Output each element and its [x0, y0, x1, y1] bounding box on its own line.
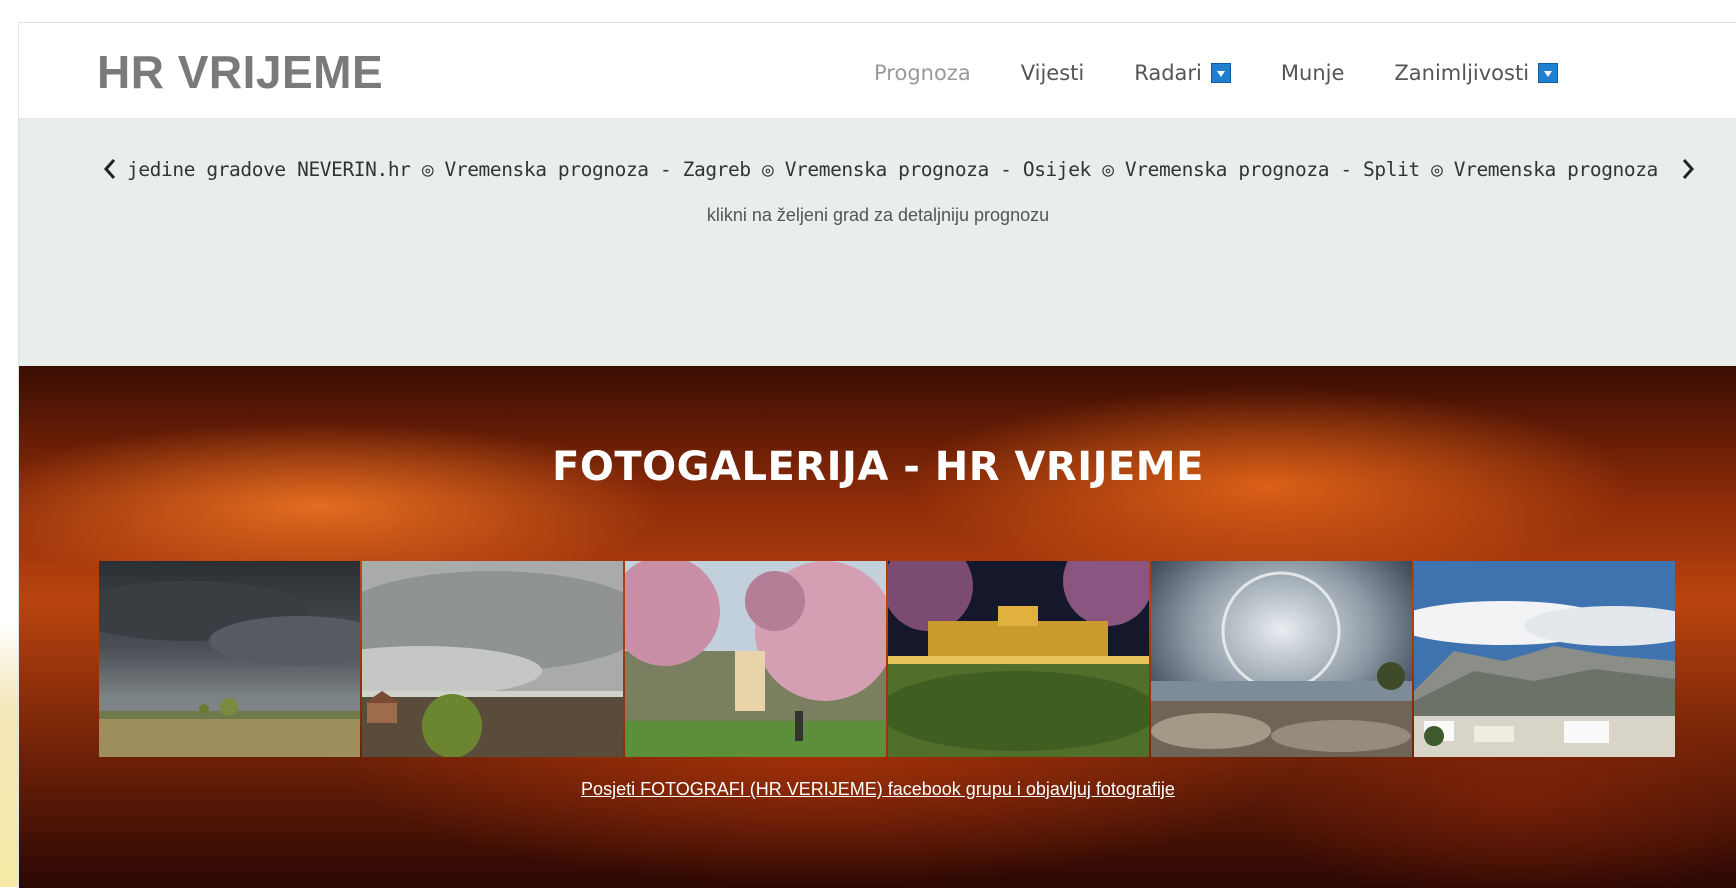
dropdown-arrow-icon[interactable]: [1210, 63, 1231, 83]
gallery-photo-night-park[interactable]: [888, 561, 1149, 757]
gallery-photo-mountain-town[interactable]: [1414, 561, 1675, 757]
left-background-strip: [0, 0, 18, 887]
city-ticker: jedine gradove NEVERIN.hr ◎ Vremenska pr…: [99, 154, 1699, 184]
nav-item-label: Munje: [1280, 61, 1345, 85]
chevron-left-icon[interactable]: [99, 154, 121, 184]
photo-gallery-section: FOTOGALERIJA - HR VRIJEME Posjeti FOTOGR…: [19, 366, 1736, 888]
nav-item-munje[interactable]: Munje: [1281, 61, 1345, 85]
gallery-photo-blossoms[interactable]: [625, 561, 886, 757]
nav-item-vijesti[interactable]: Vijesti: [1021, 61, 1085, 85]
nav-item-radari[interactable]: Radari: [1134, 61, 1231, 85]
dropdown-arrow-icon[interactable]: [1538, 63, 1559, 83]
chevron-right-icon[interactable]: [1677, 154, 1699, 184]
nav-item-label: Vijesti: [1020, 61, 1085, 85]
nav-item-label: Prognoza: [874, 61, 971, 85]
gallery-photo-overcast[interactable]: [362, 561, 623, 757]
gallery-thumbnails: [99, 561, 1677, 757]
ticker-links[interactable]: jedine gradove NEVERIN.hr ◎ Vremenska pr…: [127, 158, 1671, 181]
main-nav: Prognoza Vijesti Radari Munje Zanimljivo…: [874, 53, 1559, 93]
nav-item-label: Radari: [1134, 61, 1202, 85]
ticker-hint: klikni na željeni grad za detaljniju pro…: [706, 205, 1050, 225]
page-frame: HR VRIJEME Prognoza Vijesti Radari Munje…: [18, 22, 1736, 888]
nav-item-label: Zanimljivosti: [1394, 61, 1530, 85]
nav-item-zanimljivosti[interactable]: Zanimljivosti: [1394, 61, 1559, 85]
site-header: HR VRIJEME Prognoza Vijesti Radari Munje…: [19, 23, 1736, 119]
city-ticker-section: jedine gradove NEVERIN.hr ◎ Vremenska pr…: [19, 119, 1736, 366]
site-logo[interactable]: HR VRIJEME: [97, 45, 383, 99]
nav-item-prognoza[interactable]: Prognoza: [874, 61, 971, 85]
gallery-title: FOTOGALERIJA - HR VRIJEME: [552, 444, 1204, 490]
gallery-photo-storm[interactable]: [99, 561, 360, 757]
facebook-group-link[interactable]: Posjeti FOTOGRAFI (HR VERIJEME) facebook…: [19, 779, 1736, 800]
gallery-photo-halo-coast[interactable]: [1151, 561, 1412, 757]
